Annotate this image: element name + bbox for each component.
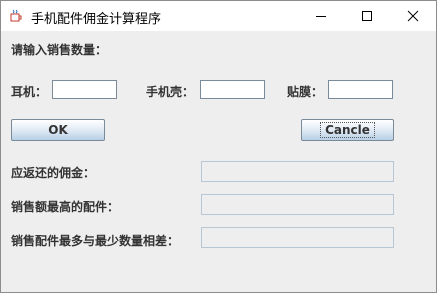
maximize-button[interactable] — [344, 1, 390, 31]
close-button[interactable] — [390, 1, 436, 31]
title-bar[interactable]: 手机配件佣金计算程序 — [1, 1, 436, 31]
earphone-label: 耳机： — [11, 85, 48, 99]
commission-output — [201, 161, 394, 182]
close-icon — [407, 10, 419, 22]
cancel-button[interactable]: Cancle — [301, 119, 394, 141]
earphone-input[interactable] — [52, 80, 117, 99]
phone-case-label: 手机壳： — [146, 85, 195, 99]
ok-button[interactable]: OK — [11, 119, 105, 141]
window-title: 手机配件佣金计算程序 — [31, 12, 162, 27]
quantity-diff-output — [201, 227, 394, 248]
minimize-icon — [316, 16, 326, 17]
java-cup-icon — [10, 9, 22, 22]
commission-label: 应返还的佣金： — [11, 166, 96, 180]
minimize-button[interactable] — [298, 1, 344, 31]
app-window: 手机配件佣金计算程序 请输入销售数量： 耳机： 手机壳： 贴膜： OK Canc… — [0, 0, 437, 293]
screen-film-label: 贴膜： — [287, 85, 324, 99]
cancel-button-label: Cancle — [320, 122, 375, 138]
quantity-diff-label: 销售配件最多与最少数量相差： — [11, 234, 180, 248]
top-accessory-output — [201, 194, 394, 215]
maximize-icon — [362, 11, 372, 21]
top-accessory-label: 销售额最高的配件： — [11, 200, 120, 214]
phone-case-input[interactable] — [200, 80, 265, 99]
screen-film-input[interactable] — [328, 80, 393, 99]
input-prompt-label: 请输入销售数量： — [11, 43, 108, 57]
